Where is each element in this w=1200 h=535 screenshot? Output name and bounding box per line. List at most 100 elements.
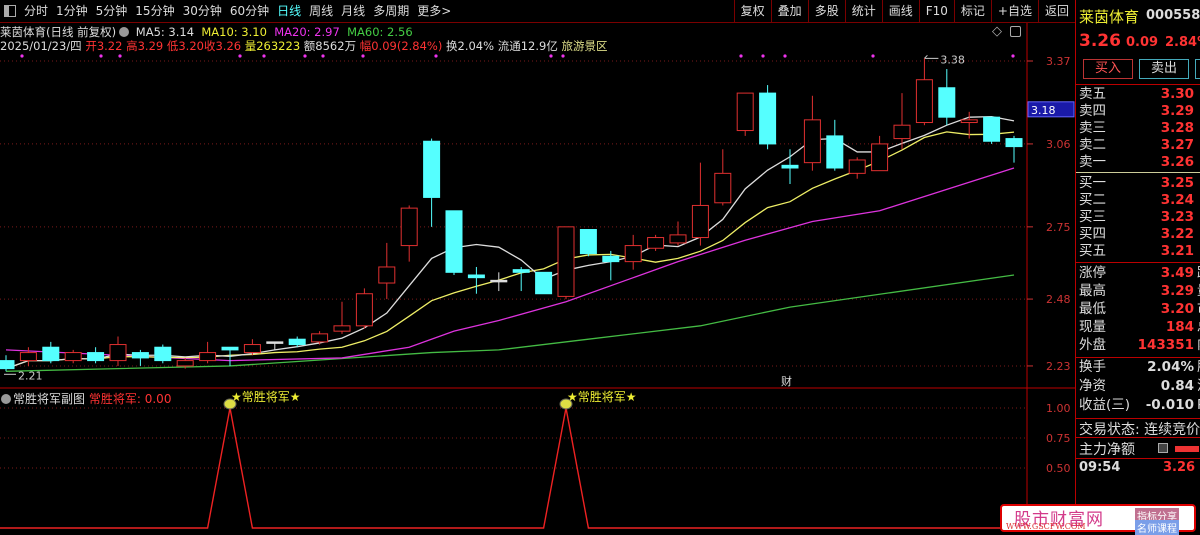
candle-body — [490, 279, 508, 283]
quote-row: 净资0.84流 — [1079, 378, 1200, 395]
candle — [378, 242, 396, 300]
quote-row: 现量184总 — [1079, 319, 1200, 336]
signal-label: ★常胜将军★ — [231, 389, 301, 404]
candle-body — [445, 210, 463, 273]
quote-row-label: 卖五 — [1079, 86, 1106, 102]
candle-body — [64, 352, 82, 362]
candle — [759, 85, 777, 150]
stock-name: 莱茵体育 — [1079, 8, 1140, 26]
quote-row: 买五 3.21 — [1079, 243, 1200, 260]
candle — [243, 339, 261, 356]
quote-row-label: 买二 — [1079, 192, 1106, 208]
candle — [42, 341, 60, 364]
main-flow-label: 主力净额 — [1079, 442, 1135, 458]
event-dot — [549, 54, 553, 58]
event-dot — [321, 54, 325, 58]
quote-row: 买二 3.24 — [1079, 192, 1200, 209]
candle — [736, 92, 754, 136]
quote-row-value: 2.04% — [1147, 359, 1194, 375]
quote-row-value: 3.29 — [1160, 283, 1194, 299]
indicator-series-name: 常胜将军 — [88, 392, 137, 406]
candle-body — [467, 274, 485, 279]
candle-body — [1005, 138, 1023, 148]
event-dot — [761, 54, 765, 58]
quote-row-label: 最高 — [1079, 283, 1106, 299]
event-dot — [434, 54, 438, 58]
quote-row-value: 3.27 — [1160, 137, 1194, 153]
quote-row-value: 143351 — [1137, 337, 1194, 353]
event-dot — [20, 54, 24, 58]
candle-body — [42, 346, 60, 362]
candle — [400, 205, 418, 262]
candle-body — [938, 87, 956, 118]
candle — [445, 210, 463, 275]
candle — [848, 157, 866, 179]
event-marker[interactable]: 财 — [781, 374, 792, 388]
quote-row-label: 涨停 — [1079, 265, 1106, 281]
quote-row-value: 3.30 — [1160, 86, 1194, 102]
quote-row-label: 卖一 — [1079, 154, 1106, 170]
indicator-dropdown-icon[interactable] — [1, 394, 11, 404]
quote-row-value: 3.25 — [1160, 175, 1194, 191]
candle — [557, 226, 575, 300]
candle — [669, 221, 687, 246]
quote-row-label: 现量 — [1079, 319, 1106, 335]
candle-body — [647, 237, 665, 249]
price-marker-value: 3.18 — [1031, 104, 1056, 117]
more-button[interactable] — [1195, 59, 1200, 79]
quote-row-value: 184 — [1165, 319, 1194, 335]
indicator-title: 常胜将军副图 — [13, 392, 86, 406]
kline-chart[interactable]: 3.37 3.06 2.75 2.48 2.23 1.00 0.75 0.50 ★常胜将军★ ★常… — [0, 0, 1075, 531]
sell-button[interactable]: 卖出 — [1139, 59, 1189, 79]
candle — [423, 138, 441, 227]
quote-row-label: 净资 — [1079, 378, 1106, 394]
candle — [983, 116, 1001, 144]
event-dot — [871, 54, 875, 58]
buy-button[interactable]: 买入 — [1083, 59, 1133, 79]
quote-row-label: 收益(三) — [1079, 397, 1131, 413]
watermark-url: WWW.GSCFW.COM — [1006, 522, 1086, 531]
candle-body — [311, 333, 329, 343]
event-dot — [739, 54, 743, 58]
candle-body — [781, 164, 799, 169]
event-dot — [118, 54, 122, 58]
quote-row-value: 3.22 — [1160, 226, 1194, 242]
candle-body — [131, 352, 149, 359]
main-flow-bar — [1175, 446, 1199, 452]
indicator-axis-label: 1.00 — [1046, 402, 1071, 415]
ma20-line — [5, 167, 1015, 362]
price-axis-label: 2.23 — [1046, 360, 1071, 373]
candle — [333, 301, 351, 334]
last-price: 3.26 — [1079, 31, 1121, 51]
min-price-label: 2.21 — [18, 369, 43, 382]
trade-status: 交易状态: 连续竞价 — [1079, 422, 1200, 438]
quote-row-label: 外盘 — [1079, 337, 1106, 353]
quote-row-value: -0.010 — [1145, 397, 1194, 413]
candle-body — [423, 140, 441, 198]
quote-row-value: 3.21 — [1160, 243, 1194, 259]
candle — [714, 149, 732, 206]
candle-body — [848, 159, 866, 174]
candle-body — [512, 269, 530, 273]
candle-body — [983, 116, 1001, 142]
quote-row-value: 3.24 — [1160, 192, 1194, 208]
tick-price: 3.26 — [1163, 460, 1196, 475]
candle-body — [602, 255, 620, 263]
quote-row: 卖五 3.30 — [1079, 86, 1200, 103]
candle — [131, 349, 149, 366]
candle-body — [400, 207, 418, 247]
candle — [199, 341, 217, 364]
candle — [535, 271, 553, 295]
main-flow-toggle-icon[interactable] — [1158, 443, 1168, 453]
quote-row: 买一 3.25 — [1079, 175, 1200, 192]
candle-body — [378, 266, 396, 284]
watermark-tag-courses: 名师课程 — [1135, 520, 1179, 535]
quote-row-label: 买三 — [1079, 209, 1106, 225]
quote-row-label: 买一 — [1079, 175, 1106, 191]
candle-body — [221, 346, 239, 351]
candle — [579, 229, 597, 257]
quote-row-value: 3.29 — [1160, 103, 1194, 119]
candle — [803, 95, 821, 171]
quote-row: 卖四 3.29 — [1079, 103, 1200, 120]
candle-body — [714, 172, 732, 204]
